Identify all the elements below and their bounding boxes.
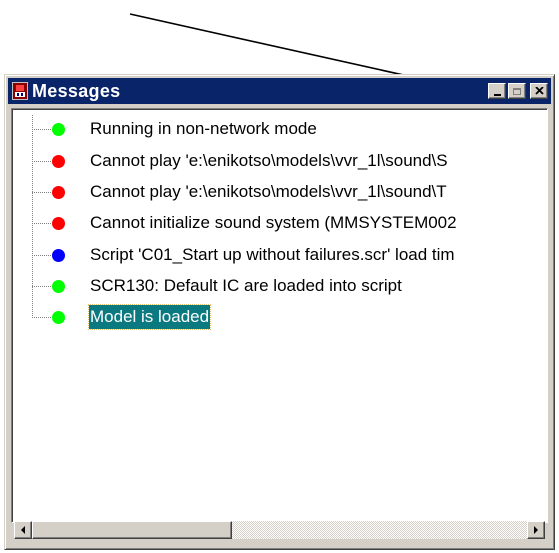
message-text: Cannot play 'e:\enikotso\models\vvr_1l\s… <box>90 151 448 170</box>
close-icon <box>534 87 544 95</box>
scrollbar-thumb[interactable] <box>32 521 232 539</box>
arrow-right-icon <box>534 526 538 534</box>
message-item[interactable]: Cannot play 'e:\enikotso\models\vvr_1l\s… <box>52 146 449 176</box>
scroll-left-button[interactable] <box>14 521 32 539</box>
title-bar[interactable]: Messages <box>8 78 551 104</box>
screenshot-stage: Messages Running in non-network mode Can… <box>0 0 559 553</box>
arrow-left-icon <box>21 526 25 534</box>
minimize-icon <box>493 93 501 96</box>
maximize-button[interactable] <box>508 83 526 99</box>
scroll-right-button[interactable] <box>527 521 545 539</box>
close-button[interactable] <box>530 83 548 99</box>
messages-app-icon <box>12 82 28 100</box>
message-text: Model is loaded <box>87 304 212 330</box>
message-text: Cannot initialize sound system (MMSYSTEM… <box>90 213 457 232</box>
messages-window: Messages Running in non-network mode Can… <box>4 74 555 550</box>
message-item[interactable]: SCR130: Default IC are loaded into scrip… <box>52 271 403 301</box>
message-item[interactable]: Script 'C01_Start up without failures.sc… <box>52 240 456 270</box>
status-error-icon <box>52 185 65 199</box>
status-info-icon <box>52 248 65 262</box>
horizontal-scrollbar[interactable] <box>14 521 545 539</box>
status-error-icon <box>52 154 65 168</box>
title-bar-buttons <box>488 83 548 99</box>
message-text: SCR130: Default IC are loaded into scrip… <box>90 276 402 295</box>
message-item-selected[interactable]: Model is loaded <box>52 302 212 332</box>
message-text: Script 'C01_Start up without failures.sc… <box>90 245 455 264</box>
maximize-icon <box>513 87 521 95</box>
message-text: Cannot play 'e:\enikotso\models\vvr_1l\s… <box>90 182 447 201</box>
status-error-icon <box>52 216 65 230</box>
message-item[interactable]: Cannot initialize sound system (MMSYSTEM… <box>52 208 458 238</box>
message-item[interactable]: Cannot play 'e:\enikotso\models\vvr_1l\s… <box>52 177 448 207</box>
minimize-button[interactable] <box>488 83 506 99</box>
window-title: Messages <box>32 80 121 101</box>
status-ok-icon <box>52 279 65 293</box>
message-tree[interactable]: Running in non-network mode Cannot play … <box>11 108 548 523</box>
status-ok-icon <box>52 122 65 136</box>
message-item[interactable]: Running in non-network mode <box>52 114 318 144</box>
status-ok-icon <box>52 310 65 324</box>
message-text: Running in non-network mode <box>90 119 317 138</box>
